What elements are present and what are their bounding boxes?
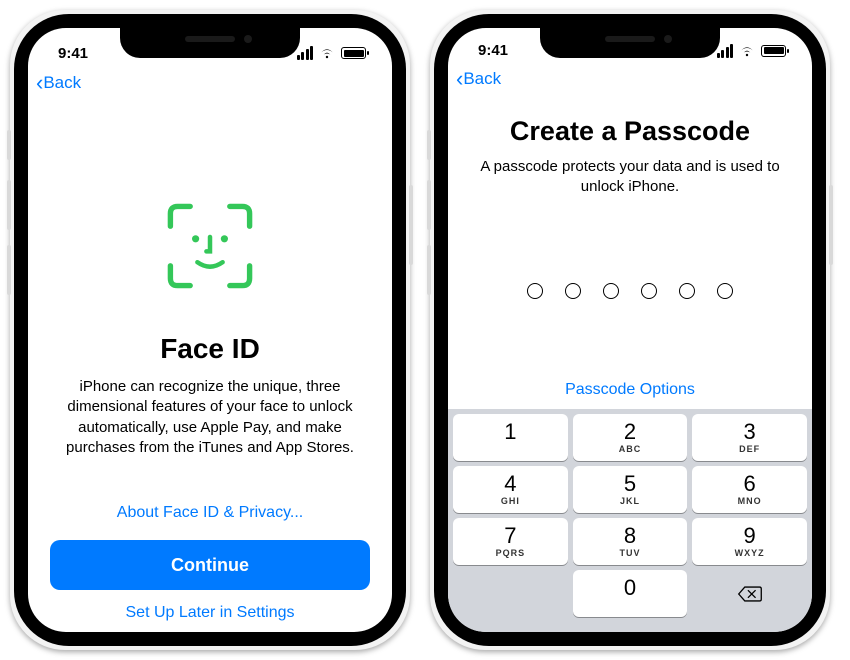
- page-title: Face ID: [160, 333, 260, 365]
- passcode-dot: [717, 283, 733, 299]
- backspace-icon: [737, 585, 763, 603]
- key-6[interactable]: 6MNO: [692, 466, 807, 513]
- chevron-left-icon: ‹: [36, 72, 43, 94]
- cellular-icon: [297, 46, 314, 60]
- passcode-dots: [474, 283, 786, 299]
- page-description: iPhone can recognize the unique, three d…: [50, 377, 370, 458]
- notch: [540, 28, 720, 58]
- phone-faceid: 9:41 ‹ Back: [10, 10, 410, 650]
- numeric-keypad: 1 2ABC 3DEF 4GHI 5JKL 6MNO 7PQRS 8TUV 9W…: [448, 409, 812, 632]
- back-label: Back: [463, 69, 501, 89]
- chevron-left-icon: ‹: [456, 68, 463, 90]
- about-faceid-link[interactable]: About Face ID & Privacy...: [117, 504, 303, 522]
- passcode-dot: [679, 283, 695, 299]
- key-0[interactable]: 0: [573, 570, 688, 617]
- passcode-dot: [565, 283, 581, 299]
- key-2[interactable]: 2ABC: [573, 414, 688, 461]
- page-description: A passcode protects your data and is use…: [474, 157, 786, 198]
- page-title: Create a Passcode: [474, 116, 786, 147]
- back-label: Back: [43, 73, 81, 93]
- key-8[interactable]: 8TUV: [573, 518, 688, 565]
- status-time: 9:41: [470, 42, 508, 59]
- back-button[interactable]: ‹ Back: [456, 68, 501, 90]
- passcode-dot: [527, 283, 543, 299]
- battery-icon: [341, 47, 366, 59]
- key-1[interactable]: 1: [453, 414, 568, 461]
- key-delete[interactable]: [692, 570, 807, 617]
- key-3[interactable]: 3DEF: [692, 414, 807, 461]
- nav-bar: ‹ Back: [448, 64, 812, 98]
- faceid-icon: [165, 201, 255, 291]
- notch: [120, 28, 300, 58]
- key-blank: [453, 570, 568, 617]
- wifi-icon: [319, 47, 335, 59]
- passcode-options-link[interactable]: Passcode Options: [448, 381, 812, 399]
- passcode-dot: [603, 283, 619, 299]
- wifi-icon: [739, 45, 755, 57]
- key-5[interactable]: 5JKL: [573, 466, 688, 513]
- cellular-icon: [717, 44, 734, 58]
- phone-passcode: 9:41 ‹ Back Create a Passcode A passcode…: [430, 10, 830, 650]
- nav-bar: ‹ Back: [28, 68, 392, 102]
- key-7[interactable]: 7PQRS: [453, 518, 568, 565]
- continue-button[interactable]: Continue: [50, 540, 370, 590]
- back-button[interactable]: ‹ Back: [36, 72, 81, 94]
- key-9[interactable]: 9WXYZ: [692, 518, 807, 565]
- passcode-dot: [641, 283, 657, 299]
- key-4[interactable]: 4GHI: [453, 466, 568, 513]
- status-time: 9:41: [50, 45, 88, 62]
- battery-icon: [761, 45, 786, 57]
- setup-later-link[interactable]: Set Up Later in Settings: [126, 604, 295, 622]
